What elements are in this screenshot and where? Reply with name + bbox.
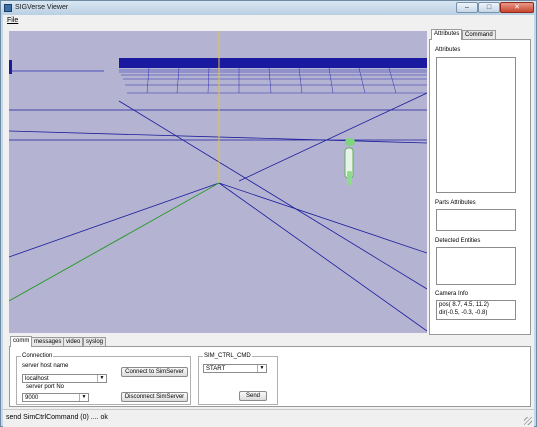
title-bar[interactable]: SIGVerse Viewer – □ ✕ [1,1,536,15]
main-window: SIGVerse Viewer – □ ✕ File Attributes Co… [0,0,537,427]
parts-attributes-label: Parts Attributes [435,200,476,206]
port-combo[interactable]: 9000 ▼ [22,393,89,402]
attributes-list[interactable] [436,57,516,193]
far-grid-band [119,58,427,68]
menu-bar: File [3,15,534,26]
app-icon [4,4,12,12]
host-label: server host name [22,363,69,369]
sim-ctrl-value: START [206,366,226,372]
close-icon: ✕ [514,4,520,11]
minimize-icon: – [465,4,469,11]
disconnect-button[interactable]: Disconnect SimServer [121,392,188,402]
tab-comm[interactable]: comm [10,336,33,347]
host-combo[interactable]: localhost ▼ [22,374,107,383]
left-grid-edge [9,60,12,74]
attributes-panel: Attributes Command Attributes Parts Attr… [429,29,531,335]
camera-dir: dir(-0.5, -0.3, -0.8) [439,310,488,316]
minimize-button[interactable]: – [456,2,478,13]
sim-ctrl-group: SIM_CTRL_CMD START ▼ Send [198,353,278,405]
3d-viewport[interactable] [9,31,427,333]
robot-entity[interactable] [344,138,355,185]
port-label: server port No [26,384,65,390]
bottom-panel: comm messages video syslog Connection se… [9,336,531,407]
near-grid [9,92,427,332]
camera-info-box: pos( 8.7, 4.5, 11.2) dir(-0.5, -0.3, -0.… [436,300,516,320]
maximize-icon: □ [486,4,492,11]
camera-info-label: Camera Info [435,291,469,297]
attributes-label: Attributes [435,47,461,53]
resize-grip-icon[interactable] [524,417,532,425]
status-text: send SimCtrlCommand (0) .... ok [6,414,108,421]
scene-render [9,31,427,332]
x-axis-line [9,182,220,302]
camera-pos: pos( 8.7, 4.5, 11.2) [439,302,489,308]
chevron-down-icon: ▼ [257,365,266,372]
tab-attributes[interactable]: Attributes [431,29,463,40]
connect-button[interactable]: Connect to SimServer [121,367,188,377]
client-area: Attributes Command Attributes Parts Attr… [3,26,534,409]
port-value: 9000 [25,395,39,401]
window-title: SIGVerse Viewer [15,4,69,11]
connection-group: Connection server host name localhost ▼ … [16,353,191,405]
sim-ctrl-combo[interactable]: START ▼ [203,364,267,373]
status-bar: send SimCtrlCommand (0) .... ok [3,409,534,427]
comm-tab-body: Connection server host name localhost ▼ … [9,346,531,407]
detected-entities-list[interactable] [436,247,516,285]
parts-attributes-list[interactable] [436,209,516,231]
maximize-button[interactable]: □ [478,2,500,13]
connection-group-label: Connection [21,353,54,359]
attributes-tab-body: Attributes Parts Attributes Detected Ent… [429,39,531,335]
detected-entities-label: Detected Entities [435,238,481,244]
chevron-down-icon: ▼ [79,394,88,401]
sim-ctrl-group-label: SIM_CTRL_CMD [203,353,252,359]
host-value: localhost [25,376,49,382]
send-button[interactable]: Send [239,391,267,401]
chevron-down-icon: ▼ [97,375,106,382]
menu-file[interactable]: File [7,17,18,24]
close-button[interactable]: ✕ [500,2,534,13]
far-grid-lines [119,69,427,94]
